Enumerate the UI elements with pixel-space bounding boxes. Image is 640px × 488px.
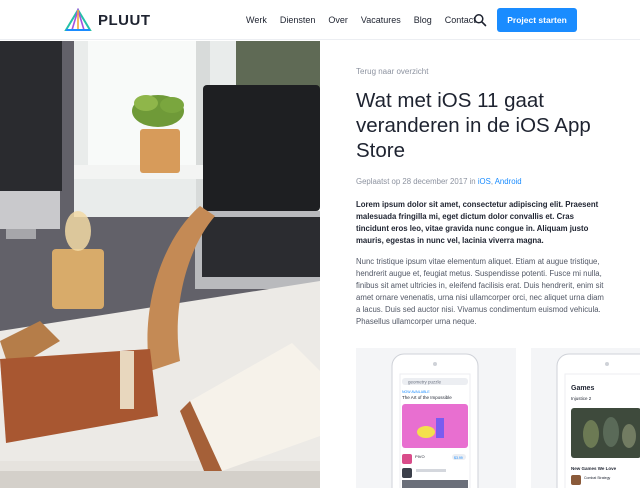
main-nav: Werk Diensten Over Vacatures Blog Contac… xyxy=(246,0,489,40)
screenshot-price: $3.99 xyxy=(454,456,463,460)
screenshot-search-text: geometry puzzle xyxy=(408,380,442,385)
screenshot-app-name: PIVO xyxy=(415,454,425,459)
nav-item-diensten[interactable]: Diensten xyxy=(280,15,316,25)
article: Terug naar overzicht Wat met iOS 11 gaat… xyxy=(356,41,606,328)
screenshot-section: New Games We Love xyxy=(571,466,617,471)
nav-item-blog[interactable]: Blog xyxy=(414,15,432,25)
article-title: Wat met iOS 11 gaat veranderen in de iOS… xyxy=(356,89,591,162)
article-body: Nunc tristique ipsum vitae elementum ali… xyxy=(356,257,604,326)
logo[interactable]: PLUUT xyxy=(64,8,151,32)
tag-android[interactable]: Android xyxy=(495,177,522,186)
back-to-overview-link[interactable]: Terug naar overzicht xyxy=(356,67,606,76)
logo-text: PLUUT xyxy=(98,11,151,29)
tag-ios[interactable]: iOS xyxy=(478,177,491,186)
nav-item-vacatures[interactable]: Vacatures xyxy=(361,15,401,25)
nav-item-werk[interactable]: Werk xyxy=(246,15,267,25)
meta-prefix: Geplaatst op 28 december 2017 in xyxy=(356,177,476,186)
screenshot-heading: The Art of the Impossible xyxy=(402,395,452,400)
article-lead: Lorem ipsum dolor sit amet, consectetur … xyxy=(356,200,599,245)
screenshot-heading: Games xyxy=(571,385,594,392)
nav-item-over[interactable]: Over xyxy=(328,15,348,25)
screenshot-card[interactable]: Games Injustice 2 New Games We Love Comb… xyxy=(531,348,640,488)
screenshot-app-name: Combat Strategy xyxy=(584,476,611,480)
article-meta: Geplaatst op 28 december 2017 in iOS, An… xyxy=(356,177,522,186)
screenshot-label: NOW AVAILABLE xyxy=(402,390,430,394)
hero-image xyxy=(0,41,320,488)
nav-item-contact[interactable]: Contact xyxy=(445,15,476,25)
screenshot-featured: Injustice 2 xyxy=(571,396,592,401)
site-header: PLUUT Werk Diensten Over Vacatures Blog … xyxy=(0,0,640,40)
screenshot-gallery: geometry puzzle NOW AVAILABLE The Art of… xyxy=(356,348,640,488)
screenshot-card[interactable]: geometry puzzle NOW AVAILABLE The Art of… xyxy=(356,348,516,488)
start-project-button[interactable]: Project starten xyxy=(497,8,577,32)
logo-mark-icon xyxy=(64,8,92,31)
search-icon[interactable] xyxy=(473,13,487,27)
